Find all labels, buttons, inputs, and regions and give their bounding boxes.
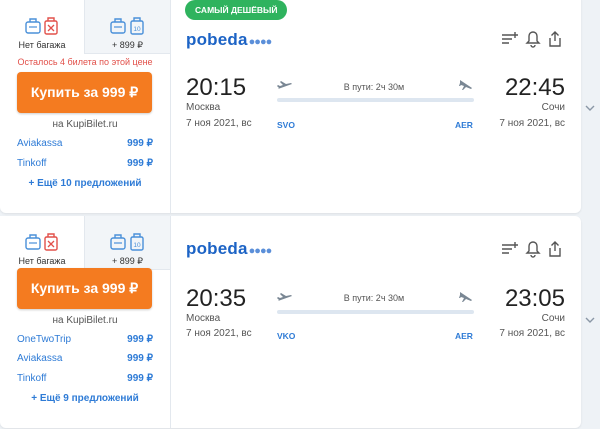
buy-button[interactable]: Купить за 999 ₽ — [17, 268, 152, 309]
ticket-card[interactable]: Нет багажа 10 + 899 ₽ Купить за 999 ₽ на… — [0, 216, 581, 428]
seller-note: на KupiBilet.ru — [52, 315, 118, 326]
baggage-options: Нет багажа 10 + 899 ₽ — [0, 216, 170, 270]
baggage-weight: 10 — [133, 242, 141, 249]
baggage-option-10kg[interactable]: 10 + 899 ₽ — [84, 0, 170, 54]
agency-name: Tinkoff — [17, 158, 47, 169]
add-to-list-icon[interactable] — [501, 240, 519, 258]
baggage-option-label: + 899 ₽ — [112, 256, 143, 266]
agency-offer[interactable]: Tinkoff 999 ₽ — [17, 158, 153, 172]
departure-city: Москва — [186, 102, 221, 113]
card-toolbar — [501, 30, 565, 52]
flight-duration: В пути: 2ч 30м — [343, 293, 405, 303]
ticket-card[interactable]: Нет багажа 10 + 899 ₽ Осталось 4 билета … — [0, 0, 581, 213]
baggage-options: Нет багажа 10 + 899 ₽ — [0, 0, 170, 54]
flight-route-line — [277, 98, 474, 102]
airline-logo-dots: ●●●● — [248, 36, 273, 48]
airline-logo-dots: ●●●● — [248, 245, 273, 257]
ticket-price-panel: Нет багажа 10 + 899 ₽ Купить за 999 ₽ на… — [0, 216, 171, 428]
chevron-down-icon[interactable] — [585, 316, 595, 324]
buy-button[interactable]: Купить за 999 ₽ — [17, 72, 152, 113]
airline-name: pobeda — [186, 30, 248, 49]
agency-name: Aviakassa — [17, 138, 63, 149]
baggage-icon: 10 — [130, 17, 144, 35]
flight-details: pobeda●●●● 20:35 Москва 7 ноя 2021, вс В… — [171, 216, 581, 428]
arrival-city: Сочи — [541, 313, 565, 324]
agency-name: OneTwoTrip — [17, 334, 72, 345]
departure-date: 7 ноя 2021, вс — [186, 118, 252, 129]
bell-icon[interactable] — [525, 240, 541, 258]
seller-note: на KupiBilet.ru — [52, 119, 118, 130]
airline-logo: pobeda●●●● — [186, 30, 273, 50]
baggage-option-none[interactable]: Нет багажа — [0, 216, 84, 270]
flight-duration: В пути: 2ч 30м — [343, 82, 405, 92]
agency-name: Tinkoff — [17, 373, 47, 384]
chevron-down-icon[interactable] — [585, 104, 595, 112]
baggage-option-label: Нет багажа — [18, 40, 66, 50]
departure-date: 7 ноя 2021, вс — [186, 328, 252, 339]
bell-icon[interactable] — [525, 30, 541, 48]
baggage-option-10kg[interactable]: 10 + 899 ₽ — [84, 216, 170, 270]
agency-price: 999 ₽ — [127, 334, 153, 345]
baggage-option-none[interactable]: Нет багажа — [0, 0, 84, 54]
departure-time: 20:35 — [186, 285, 247, 312]
hand-luggage-icon — [25, 234, 41, 250]
flight-route-line — [277, 310, 474, 314]
share-icon[interactable] — [547, 240, 563, 258]
agency-price: 999 ₽ — [127, 373, 153, 384]
baggage-weight: 10 — [133, 26, 141, 33]
departure-airport-code: SVO — [277, 120, 295, 130]
more-offers-link[interactable]: + Ещё 10 предложений — [0, 178, 170, 189]
agency-price: 999 ₽ — [127, 353, 153, 364]
arrival-date: 7 ноя 2021, вс — [499, 328, 565, 339]
add-to-list-icon[interactable] — [501, 30, 519, 48]
baggage-icon: 10 — [130, 233, 144, 251]
flight-details: САМЫЙ ДЕШЁВЫЙ pobeda●●●● 20:15 Москва 7 … — [171, 0, 581, 213]
departure-airport-code: VKO — [277, 331, 296, 341]
agency-name: Aviakassa — [17, 353, 63, 364]
hand-luggage-icon — [110, 18, 126, 34]
agency-price: 999 ₽ — [127, 138, 153, 149]
departure-city: Москва — [186, 313, 221, 324]
departure-time: 20:15 — [186, 74, 247, 101]
no-baggage-icon — [44, 233, 58, 251]
share-icon[interactable] — [547, 30, 563, 48]
baggage-option-label: + 899 ₽ — [112, 40, 143, 50]
arrival-time: 22:45 — [504, 74, 565, 101]
airline-name: pobeda — [186, 239, 248, 258]
agency-offer[interactable]: Tinkoff 999 ₽ — [17, 373, 153, 387]
agency-price: 999 ₽ — [127, 158, 153, 169]
agency-offer[interactable]: OneTwoTrip 999 ₽ — [17, 334, 153, 348]
arrival-airport-code: AER — [455, 120, 473, 130]
landing-icon — [459, 80, 472, 90]
hand-luggage-icon — [25, 18, 41, 34]
airline-logo: pobeda●●●● — [186, 239, 273, 259]
baggage-option-label: Нет багажа — [18, 256, 66, 266]
tickets-left-warning: Осталось 4 билета по этой цене — [17, 57, 153, 67]
hand-luggage-icon — [110, 234, 126, 250]
cheapest-badge: САМЫЙ ДЕШЁВЫЙ — [185, 0, 288, 20]
arrival-airport-code: AER — [455, 331, 473, 341]
agency-offer[interactable]: Aviakassa 999 ₽ — [17, 353, 153, 367]
card-toolbar — [501, 240, 565, 262]
more-offers-link[interactable]: + Ещё 9 предложений — [0, 393, 170, 404]
no-baggage-icon — [44, 17, 58, 35]
agency-offer[interactable]: Aviakassa 999 ₽ — [17, 138, 153, 152]
arrival-city: Сочи — [541, 102, 565, 113]
arrival-time: 23:05 — [504, 285, 565, 312]
ticket-price-panel: Нет багажа 10 + 899 ₽ Осталось 4 билета … — [0, 0, 171, 213]
arrival-date: 7 ноя 2021, вс — [499, 118, 565, 129]
landing-icon — [459, 292, 472, 302]
